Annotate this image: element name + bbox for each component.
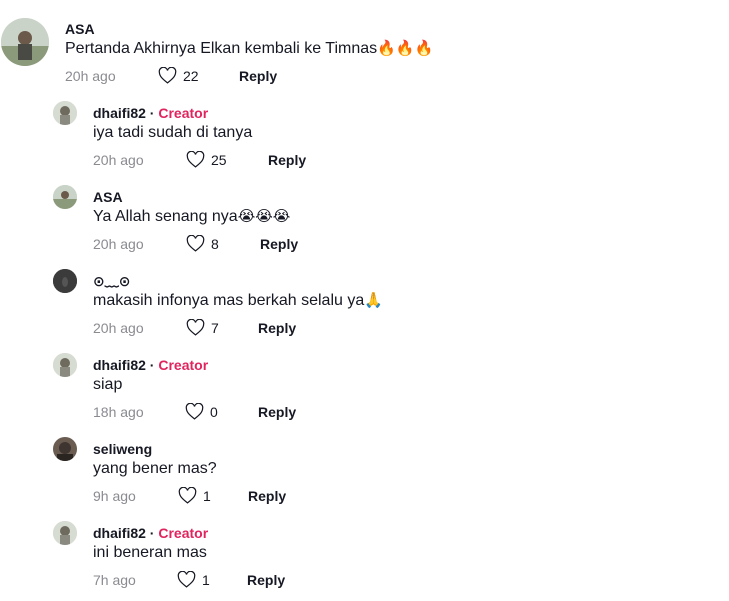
like-count: 1 (203, 487, 211, 504)
reply-button[interactable]: Reply (258, 320, 296, 336)
reply-emoji: 🙏 (364, 292, 383, 309)
like-count: 7 (211, 319, 219, 336)
avatar[interactable] (53, 101, 77, 125)
reply-emoji: 😭😭😭 (237, 208, 291, 225)
heart-outline-icon (158, 67, 177, 84)
reply-button[interactable]: Reply (268, 152, 306, 168)
like-count: 22 (183, 67, 199, 84)
avatar[interactable] (53, 437, 77, 461)
like-button[interactable]: 25 (186, 151, 227, 168)
reply-text: Ya Allah senang nya😭😭😭 (93, 207, 290, 227)
like-count: 25 (211, 151, 227, 168)
like-button[interactable]: 0 (185, 403, 218, 420)
creator-badge: Creator (158, 105, 209, 121)
reply-username: dhaifi82 · Creator (93, 105, 208, 121)
reply-button[interactable]: Reply (260, 236, 298, 252)
like-count: 0 (210, 403, 218, 420)
comment-username[interactable]: ASA (65, 21, 95, 37)
reply-timestamp: 20h ago (93, 320, 144, 336)
heart-outline-icon (177, 571, 196, 588)
comment-text-body: Pertanda Akhirnya Elkan kembali ke Timna… (65, 40, 378, 57)
reply-timestamp: 20h ago (93, 152, 144, 168)
like-button[interactable]: 1 (177, 571, 210, 588)
reply-text: ini beneran mas (93, 544, 207, 561)
comment-text: Pertanda Akhirnya Elkan kembali ke Timna… (65, 39, 433, 59)
comment-timestamp: 20h ago (65, 68, 116, 84)
reply-timestamp: 20h ago (93, 236, 144, 252)
separator-dot: · (145, 525, 159, 541)
username-label[interactable]: dhaifi82 (93, 105, 146, 121)
reply-username[interactable]: ⊙﹏⊙ (93, 273, 130, 289)
like-button[interactable]: 22 (158, 67, 199, 84)
heart-outline-icon (178, 487, 197, 504)
reply-username: dhaifi82 · Creator (93, 357, 208, 373)
reply-username[interactable]: ASA (93, 189, 123, 205)
creator-badge: Creator (158, 357, 209, 373)
comment-emoji: 🔥🔥🔥 (377, 40, 434, 57)
reply-text-body: Ya Allah senang nya (93, 208, 238, 225)
username-label[interactable]: dhaifi82 (93, 525, 146, 541)
reply-text-body: makasih infonya mas berkah selalu ya (93, 292, 365, 309)
avatar[interactable] (53, 353, 77, 377)
reply-username[interactable]: seliweng (93, 441, 152, 457)
avatar[interactable] (1, 18, 49, 66)
reply-timestamp: 18h ago (93, 404, 144, 420)
separator-dot: · (145, 357, 159, 373)
avatar[interactable] (53, 185, 77, 209)
reply-text: iya tadi sudah di tanya (93, 124, 253, 141)
creator-badge: Creator (158, 525, 209, 541)
reply-button[interactable]: Reply (247, 572, 285, 588)
reply-button[interactable]: Reply (239, 68, 277, 84)
heart-outline-icon (185, 403, 204, 420)
like-button[interactable]: 7 (186, 319, 219, 336)
reply-text: siap (93, 376, 123, 393)
reply-button[interactable]: Reply (248, 488, 286, 504)
reply-text: makasih infonya mas berkah selalu ya🙏 (93, 291, 383, 311)
reply-timestamp: 9h ago (93, 488, 136, 504)
like-count: 8 (211, 235, 219, 252)
avatar[interactable] (53, 521, 77, 545)
like-button[interactable]: 8 (186, 235, 219, 252)
reply-timestamp: 7h ago (93, 572, 136, 588)
like-button[interactable]: 1 (178, 487, 211, 504)
heart-outline-icon (186, 151, 205, 168)
heart-outline-icon (186, 319, 205, 336)
like-count: 1 (202, 571, 210, 588)
reply-button[interactable]: Reply (258, 404, 296, 420)
username-label[interactable]: dhaifi82 (93, 357, 146, 373)
avatar[interactable] (53, 269, 77, 293)
heart-outline-icon (186, 235, 205, 252)
separator-dot: · (145, 105, 159, 121)
reply-username: dhaifi82 · Creator (93, 525, 208, 541)
reply-text: yang bener mas? (93, 460, 217, 477)
